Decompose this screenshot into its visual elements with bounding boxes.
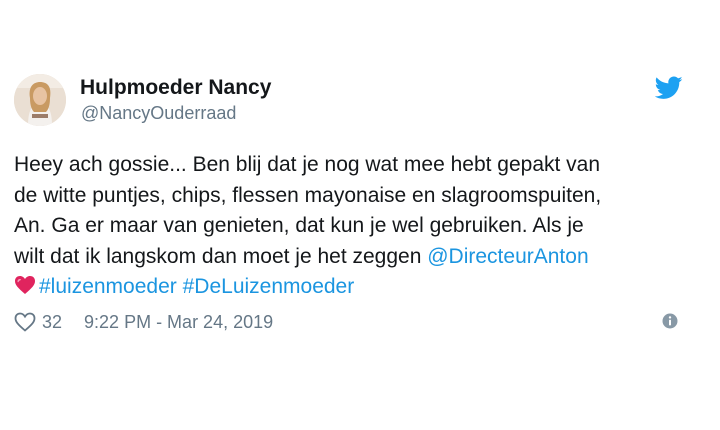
tweet-line: wilt dat ik langskom dan moet je het zeg…: [14, 244, 428, 268]
tweet-line: de witte puntjes, chips, flessen mayonai…: [14, 183, 602, 207]
tweet-footer: 32 9:22 PM - Mar 24, 2019: [14, 310, 273, 334]
tweet-line-with-mention: wilt dat ik langskom dan moet je het zeg…: [14, 242, 704, 273]
display-name[interactable]: Hulpmoeder Nancy: [80, 76, 271, 100]
user-handle[interactable]: @NancyOuderraad: [81, 103, 236, 124]
like-count: 32: [42, 311, 63, 332]
hashtag-line: #luizenmoeder #DeLuizenmoeder: [14, 272, 704, 303]
avatar[interactable]: [14, 74, 66, 126]
mention-link[interactable]: @DirecteurAnton: [427, 245, 588, 268]
hashtag-link[interactable]: #luizenmoeder: [39, 275, 177, 298]
info-icon[interactable]: [662, 313, 678, 329]
tweet-line: An. Ga er maar van genieten, dat kun je …: [14, 214, 584, 237]
tweet-card: Hulpmoeder Nancy @NancyOuderraad Heey ac…: [0, 0, 720, 430]
twitter-bird-icon[interactable]: [655, 76, 683, 100]
tweet-line: Heey ach gossie... Ben blij dat je nog w…: [14, 153, 601, 176]
tweet-text: Heey ach gossie... Ben blij dat je nog w…: [14, 150, 704, 303]
heart-outline-icon[interactable]: [14, 312, 36, 332]
timestamp[interactable]: 9:22 PM - Mar 24, 2019: [84, 312, 273, 333]
sparkling-heart-emoji: [15, 276, 35, 294]
hashtag-link[interactable]: #DeLuizenmoeder: [183, 275, 355, 298]
